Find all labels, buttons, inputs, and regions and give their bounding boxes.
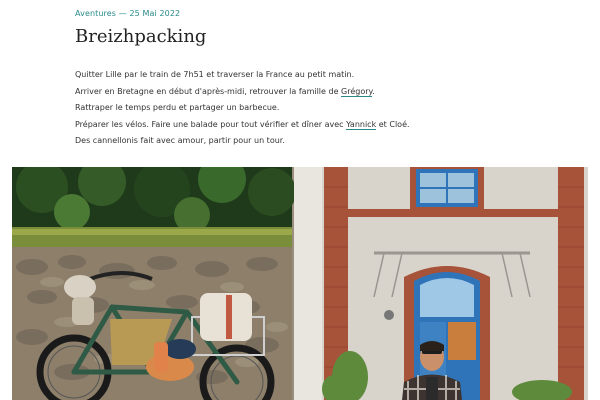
photo-building[interactable] xyxy=(294,167,588,400)
photo-bicycle[interactable] xyxy=(12,167,296,400)
paragraph-2-end: . xyxy=(372,86,375,96)
meta-separator: — xyxy=(118,9,127,18)
post-title: Breizhpacking xyxy=(75,26,207,47)
post-photo-gallery xyxy=(12,167,588,400)
gregory-link[interactable]: Grégory xyxy=(341,86,373,97)
paragraph-1-text: Quitter Lille par le train de 7h51 et tr… xyxy=(75,70,355,79)
paragraph-4-end: et Cloé. xyxy=(376,119,410,129)
paragraph-4-text: Préparer les vélos. Faire une balade pou… xyxy=(75,119,347,129)
paragraph-5-text: Des cannellonis fait avec amour, partir … xyxy=(75,136,285,146)
paragraph-2: Arriver en Bretagne en début d'après-mid… xyxy=(75,84,410,101)
post-date: 25 Mai 2022 xyxy=(129,9,181,18)
paragraph-2-text: Arriver en Bretagne en début d'après-mid… xyxy=(75,86,342,96)
paragraph-1: Quitter Lille par le train de 7h51 et tr… xyxy=(75,67,410,84)
paragraph-3: Rattraper le temps perdu et partager un … xyxy=(75,100,410,117)
paragraph-3-text: Rattraper le temps perdu et partager un … xyxy=(75,103,280,113)
post-body: Quitter Lille par le train de 7h51 et tr… xyxy=(75,67,410,150)
paragraph-5: Des cannellonis fait avec amour, partir … xyxy=(75,133,410,150)
post-meta: Aventures — 25 Mai 2022 xyxy=(75,9,180,18)
category-link[interactable]: Aventures xyxy=(75,9,116,18)
yannick-link[interactable]: Yannick xyxy=(346,119,377,130)
paragraph-4: Préparer les vélos. Faire une balade pou… xyxy=(75,117,410,134)
